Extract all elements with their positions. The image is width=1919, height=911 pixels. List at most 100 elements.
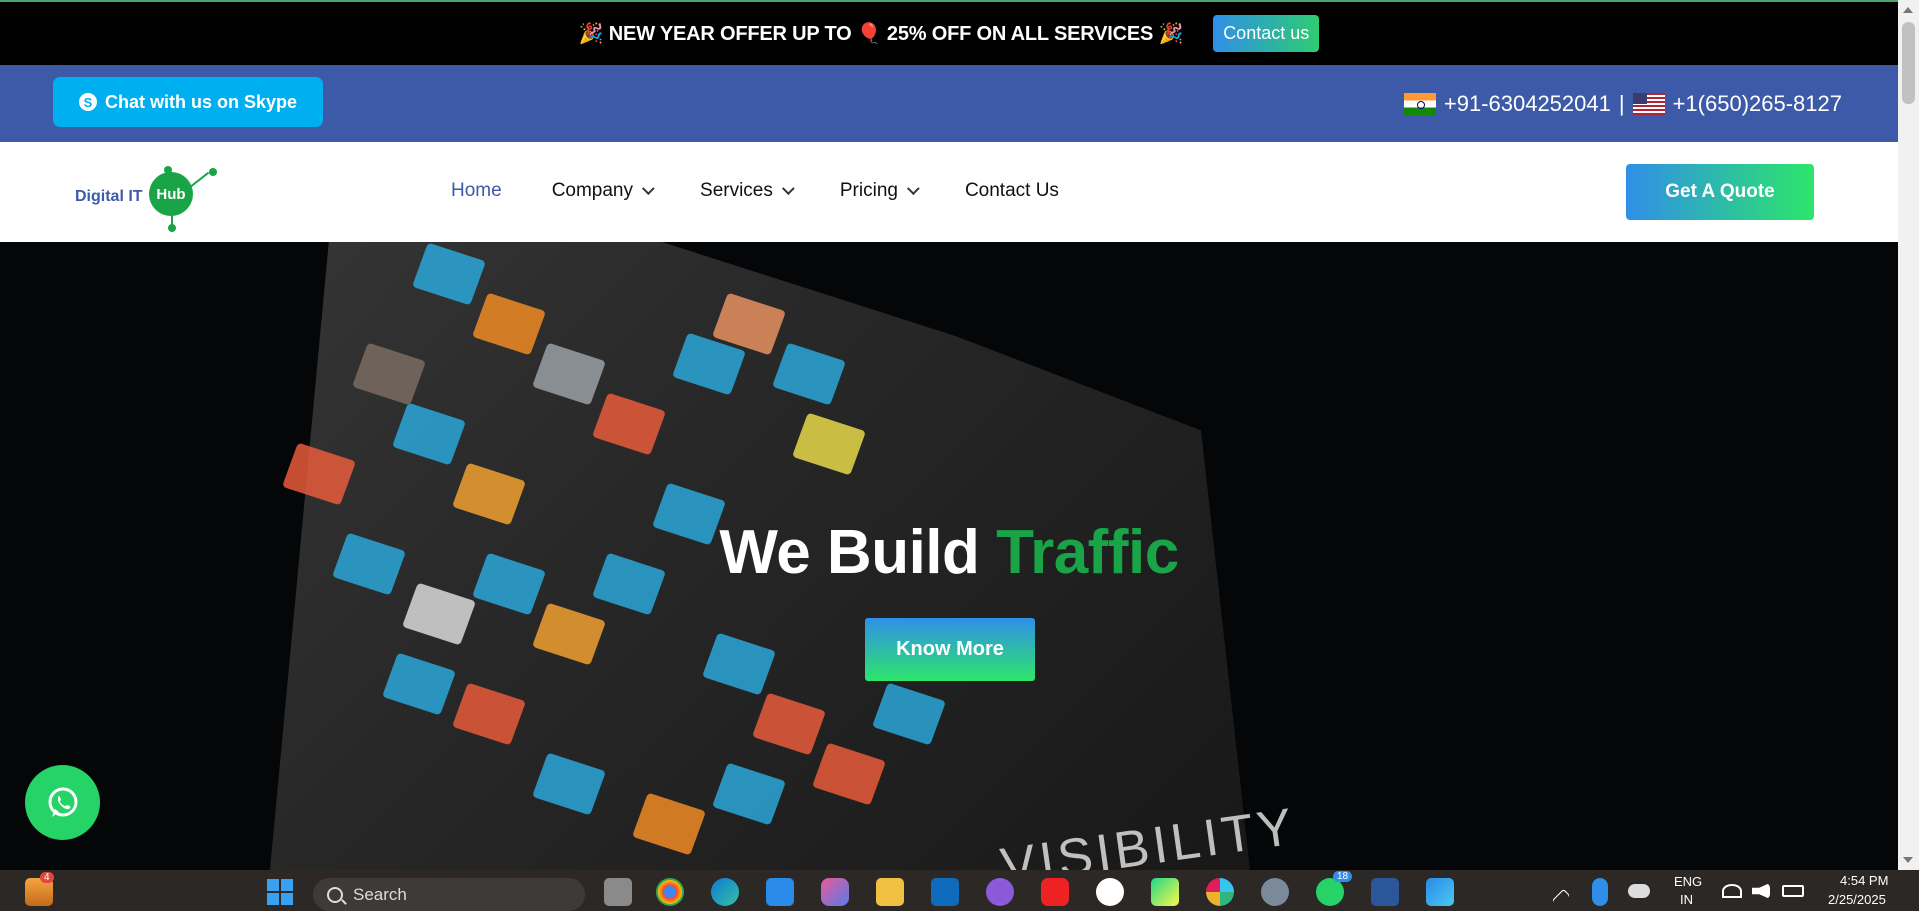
battery-icon[interactable] — [1782, 885, 1804, 897]
phone-numbers: +91-6304252041 | +1(650)265-8127 — [1403, 91, 1842, 117]
widgets-badge: 4 — [40, 872, 54, 883]
offer-contact-button[interactable]: Contact us — [1213, 15, 1320, 52]
logo-dot — [164, 166, 172, 174]
windows-taskbar: 4 Search 18 ENG IN 4:54 PM 2/25/2025 — [0, 870, 1919, 911]
chevron-down-icon — [641, 181, 655, 195]
outlook-icon[interactable] — [931, 878, 959, 906]
main-navbar: Digital IT Hub Home Company Services Pri… — [0, 142, 1898, 242]
tile — [471, 292, 547, 356]
offer-text: 🎉 NEW YEAR OFFER UP TO 🎈 25% OFF ON ALL … — [578, 23, 1184, 45]
nav-menu: Home Company Services Pricing Contact Us — [451, 180, 1109, 202]
taskbar-search[interactable]: Search — [313, 878, 585, 911]
tile — [401, 582, 477, 646]
chevron-down-icon — [781, 181, 795, 195]
edge-icon[interactable] — [711, 878, 739, 906]
tile — [531, 602, 607, 666]
task-view-icon[interactable] — [604, 878, 632, 906]
page-scrollbar[interactable] — [1898, 0, 1919, 870]
tile — [591, 392, 667, 456]
tile — [791, 412, 867, 476]
chevron-down-icon — [906, 181, 920, 195]
nav-item-services[interactable]: Services — [700, 180, 795, 202]
youtube-icon[interactable] — [1041, 878, 1069, 906]
hero-heading: We Build Traffic — [0, 517, 1898, 588]
phone-us[interactable]: +1(650)265-8127 — [1673, 91, 1842, 117]
nav-item-label: Services — [700, 180, 773, 201]
skype-chat-label: Chat with us on Skype — [104, 91, 298, 112]
onedrive-icon[interactable] — [1628, 884, 1650, 898]
settings-icon[interactable] — [1261, 878, 1289, 906]
scroll-down-icon[interactable] — [1903, 857, 1913, 863]
language-indicator[interactable]: ENG — [1674, 874, 1702, 889]
logo-line — [167, 172, 169, 186]
site-logo[interactable]: Digital IT Hub — [73, 154, 223, 232]
tile — [751, 692, 827, 756]
tile — [631, 792, 707, 856]
windows-start-icon[interactable] — [266, 878, 294, 906]
logo-hub-circle: Hub — [149, 172, 193, 216]
udemy-icon[interactable] — [1096, 878, 1124, 906]
india-flag-icon — [1403, 93, 1436, 115]
nav-item-label: Home — [451, 180, 502, 201]
skype-chat-button[interactable]: S Chat with us on Skype — [53, 77, 323, 127]
tile — [391, 402, 467, 466]
tile — [451, 682, 527, 746]
logo-text: Digital IT — [75, 188, 143, 205]
tile — [451, 462, 527, 526]
slack-icon[interactable] — [1206, 878, 1234, 906]
scroll-thumb[interactable] — [1902, 22, 1915, 104]
phone-separator: | — [1618, 91, 1625, 116]
tile — [281, 442, 357, 506]
phone-india[interactable]: +91-6304252041 — [1444, 91, 1611, 117]
nav-item-home[interactable]: Home — [451, 180, 502, 202]
whatsapp-chat-button[interactable] — [25, 765, 100, 840]
hero-heading-green: Traffic — [996, 518, 1179, 587]
browser-page: 🎉 NEW YEAR OFFER UP TO 🎈 25% OFF ON ALL … — [0, 0, 1919, 911]
wifi-icon[interactable] — [1722, 884, 1742, 898]
search-icon — [327, 886, 343, 903]
volume-icon[interactable] — [1752, 883, 1770, 899]
nav-item-label: Contact Us — [964, 180, 1059, 201]
whatsapp-icon — [48, 787, 77, 817]
tile — [531, 752, 607, 816]
whatsapp-app-icon[interactable] — [1316, 878, 1344, 906]
language-region: IN — [1680, 892, 1693, 907]
tile — [351, 342, 427, 406]
contact-bar: S Chat with us on Skype +91-6304252041 |… — [0, 65, 1898, 142]
vscode-icon[interactable] — [766, 878, 794, 906]
taskbar-search-placeholder: Search — [353, 884, 407, 904]
chrome-icon[interactable] — [656, 878, 684, 906]
logo-dot — [209, 168, 217, 176]
tile — [531, 342, 607, 406]
tile — [381, 652, 457, 716]
tile — [711, 762, 787, 826]
tile — [871, 682, 947, 746]
tile — [701, 632, 777, 696]
paint-icon[interactable] — [1426, 878, 1454, 906]
github-desktop-icon[interactable] — [986, 878, 1014, 906]
clock-time[interactable]: 4:54 PM — [1840, 873, 1888, 888]
offer-banner: 🎉 NEW YEAR OFFER UP TO 🎈 25% OFF ON ALL … — [0, 0, 1898, 65]
clock-date[interactable]: 2/25/2025 — [1828, 892, 1886, 907]
scroll-up-icon[interactable] — [1903, 7, 1913, 13]
nav-item-label: Pricing — [839, 180, 898, 201]
chevron-up-icon[interactable] — [1551, 888, 1571, 908]
hero-section: We Build Traffic Know More VISIBILITY — [0, 242, 1898, 870]
pycharm-icon[interactable] — [1151, 878, 1179, 906]
tile — [811, 742, 887, 806]
nav-item-pricing[interactable]: Pricing — [839, 180, 920, 202]
hero-heading-white: We Build — [719, 518, 997, 587]
know-more-button[interactable]: Know More — [865, 618, 1035, 681]
get-a-quote-button[interactable]: Get A Quote — [1626, 164, 1814, 220]
tile — [411, 242, 487, 306]
nav-item-contact-us[interactable]: Contact Us — [965, 180, 1059, 202]
bluetooth-icon[interactable] — [1592, 878, 1608, 906]
whatsapp-badge: 18 — [1333, 871, 1353, 882]
file-explorer-icon[interactable] — [876, 878, 904, 906]
word-icon[interactable] — [1371, 878, 1399, 906]
nav-item-label: Company — [551, 180, 634, 201]
tile — [771, 342, 847, 406]
nav-item-company[interactable]: Company — [551, 180, 655, 202]
copilot-icon[interactable] — [821, 878, 849, 906]
logo-dot — [168, 224, 176, 232]
